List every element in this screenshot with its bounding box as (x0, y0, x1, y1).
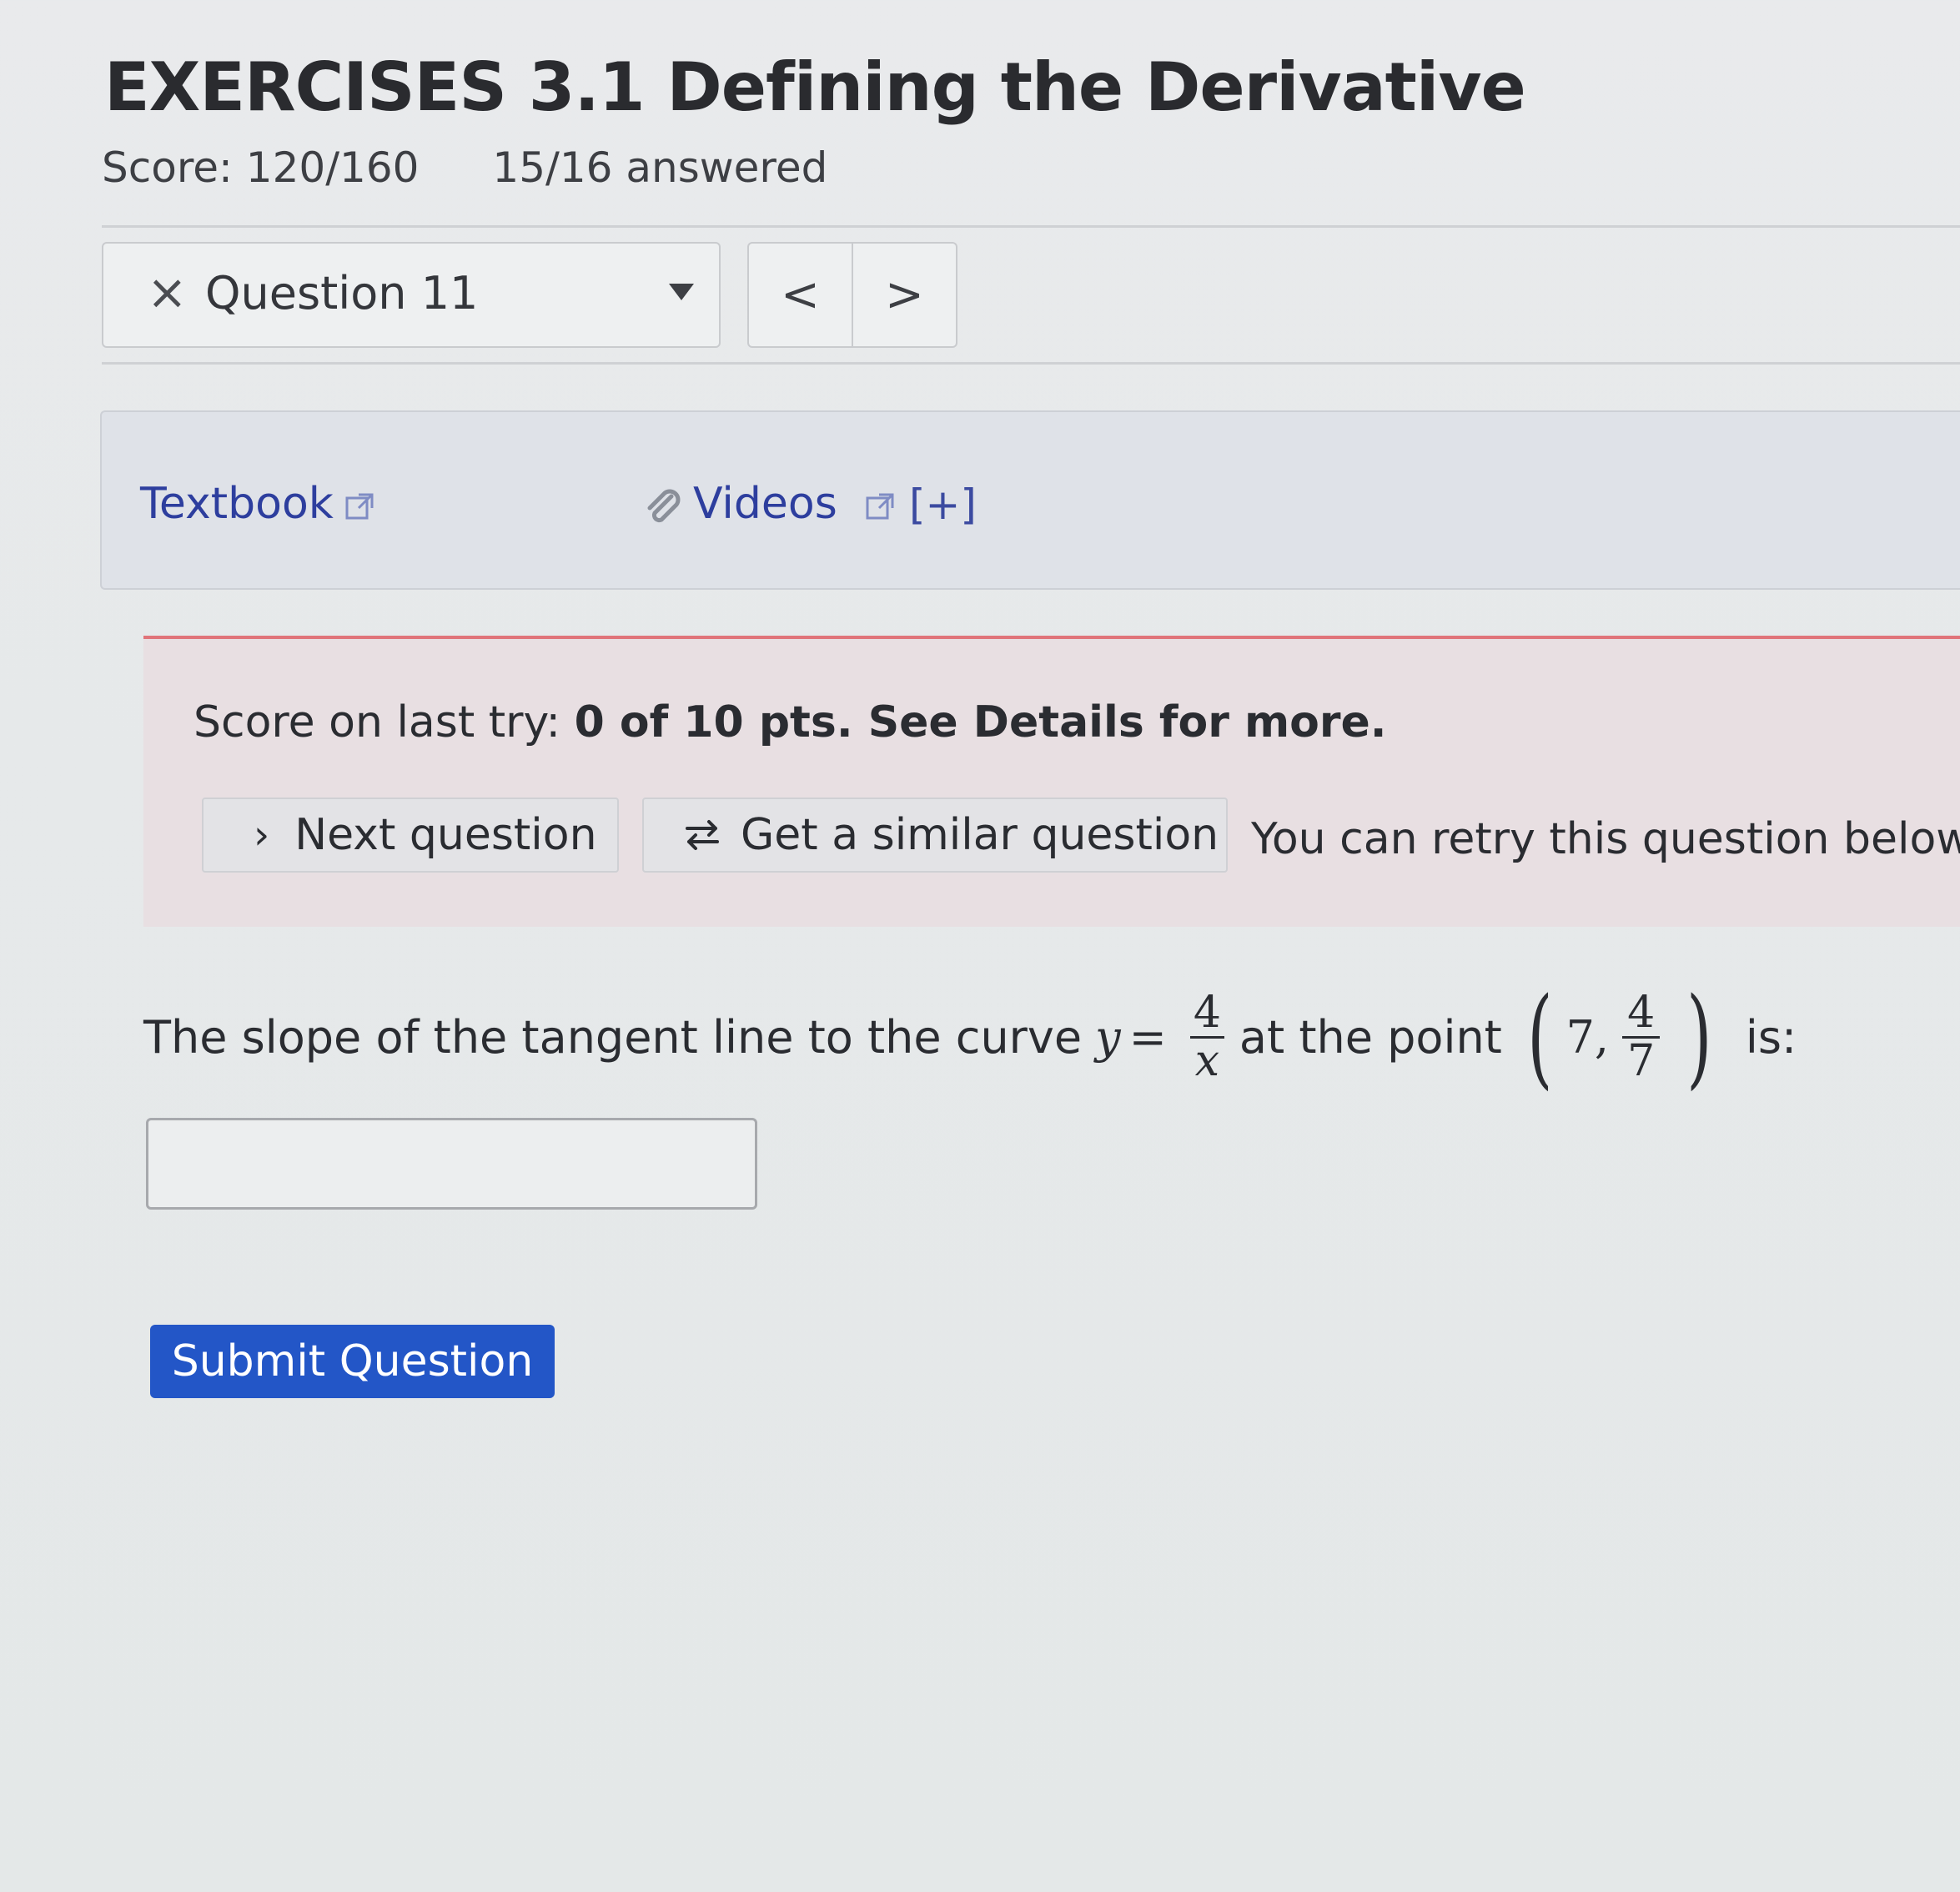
answered-count: 15/16 answered (492, 143, 828, 192)
divider-top (102, 225, 1960, 228)
question-select-label: Question 11 (205, 267, 479, 320)
resources-bar: Textbook Videos [+] (100, 410, 1960, 590)
last-try-prefix: Score on last try: (193, 697, 575, 747)
question-prefix: The slope of the tangent line to the cur… (143, 1010, 1083, 1064)
submit-question-button[interactable]: Submit Question (150, 1325, 555, 1398)
page-title: EXERCISES 3.1 Defining the Derivative (104, 48, 1526, 126)
retry-text: You can retry this question below (1251, 814, 1960, 864)
point-fraction-numerator: 4 (1627, 987, 1656, 1038)
swap-arrows-icon (686, 820, 719, 850)
point-fraction-denominator: 7 (1622, 1035, 1661, 1084)
point-x: 7, (1565, 1010, 1610, 1064)
last-try-score: 0 of 10 pts. See Details for more. (574, 697, 1387, 747)
chevron-right-icon: > (885, 268, 924, 322)
question-mid: at the point (1239, 1010, 1502, 1064)
right-paren: ) (1686, 974, 1712, 1100)
next-question-label: Next question (294, 810, 597, 860)
score-line: Score: 120/160 15/16 answered (102, 143, 827, 192)
similar-question-button[interactable]: Get a similar question (642, 798, 1228, 873)
external-link-icon (345, 493, 374, 520)
answer-input[interactable] (146, 1118, 757, 1210)
score-text: Score: 120/160 (102, 143, 420, 192)
math-equals: = (1128, 1010, 1167, 1064)
page: EXERCISES 3.1 Defining the Derivative Sc… (0, 0, 1960, 1892)
curve-fraction-denominator: x (1189, 1035, 1225, 1084)
question-nav-buttons: < > (747, 242, 957, 348)
paperclip-icon (647, 489, 681, 523)
question-select[interactable]: × Question 11 (102, 242, 721, 348)
textbook-label: Textbook (140, 479, 334, 529)
curve-fraction: 4 x (1189, 990, 1226, 1084)
next-question-button[interactable]: › Next question (202, 798, 619, 873)
external-link-icon (866, 493, 894, 520)
close-icon[interactable]: × (147, 264, 188, 320)
chevron-left-icon: < (781, 268, 820, 322)
next-question-arrow-button[interactable]: > (852, 244, 956, 346)
prev-question-button[interactable]: < (749, 244, 852, 346)
caret-down-icon (669, 284, 694, 300)
textbook-link[interactable]: Textbook (140, 479, 377, 529)
question-text: The slope of the tangent line to the cur… (143, 983, 1797, 1091)
chevron-right-icon: › (254, 812, 270, 858)
expand-videos-toggle[interactable]: [+] (909, 481, 977, 529)
point-fraction: 4 7 (1622, 987, 1661, 1084)
last-try-message: Score on last try: 0 of 10 pts. See Deta… (193, 697, 1387, 747)
curve-fraction-numerator: 4 (1193, 987, 1221, 1038)
videos-label: Videos (693, 479, 837, 529)
feedback-box: Score on last try: 0 of 10 pts. See Deta… (143, 636, 1960, 927)
similar-question-label: Get a similar question (741, 810, 1219, 860)
math-var-y: y (1095, 1010, 1121, 1064)
question-suffix: is: (1745, 1010, 1797, 1064)
left-paren: ( (1527, 974, 1553, 1100)
videos-link[interactable]: Videos (640, 479, 897, 529)
divider-mid (102, 362, 1960, 365)
